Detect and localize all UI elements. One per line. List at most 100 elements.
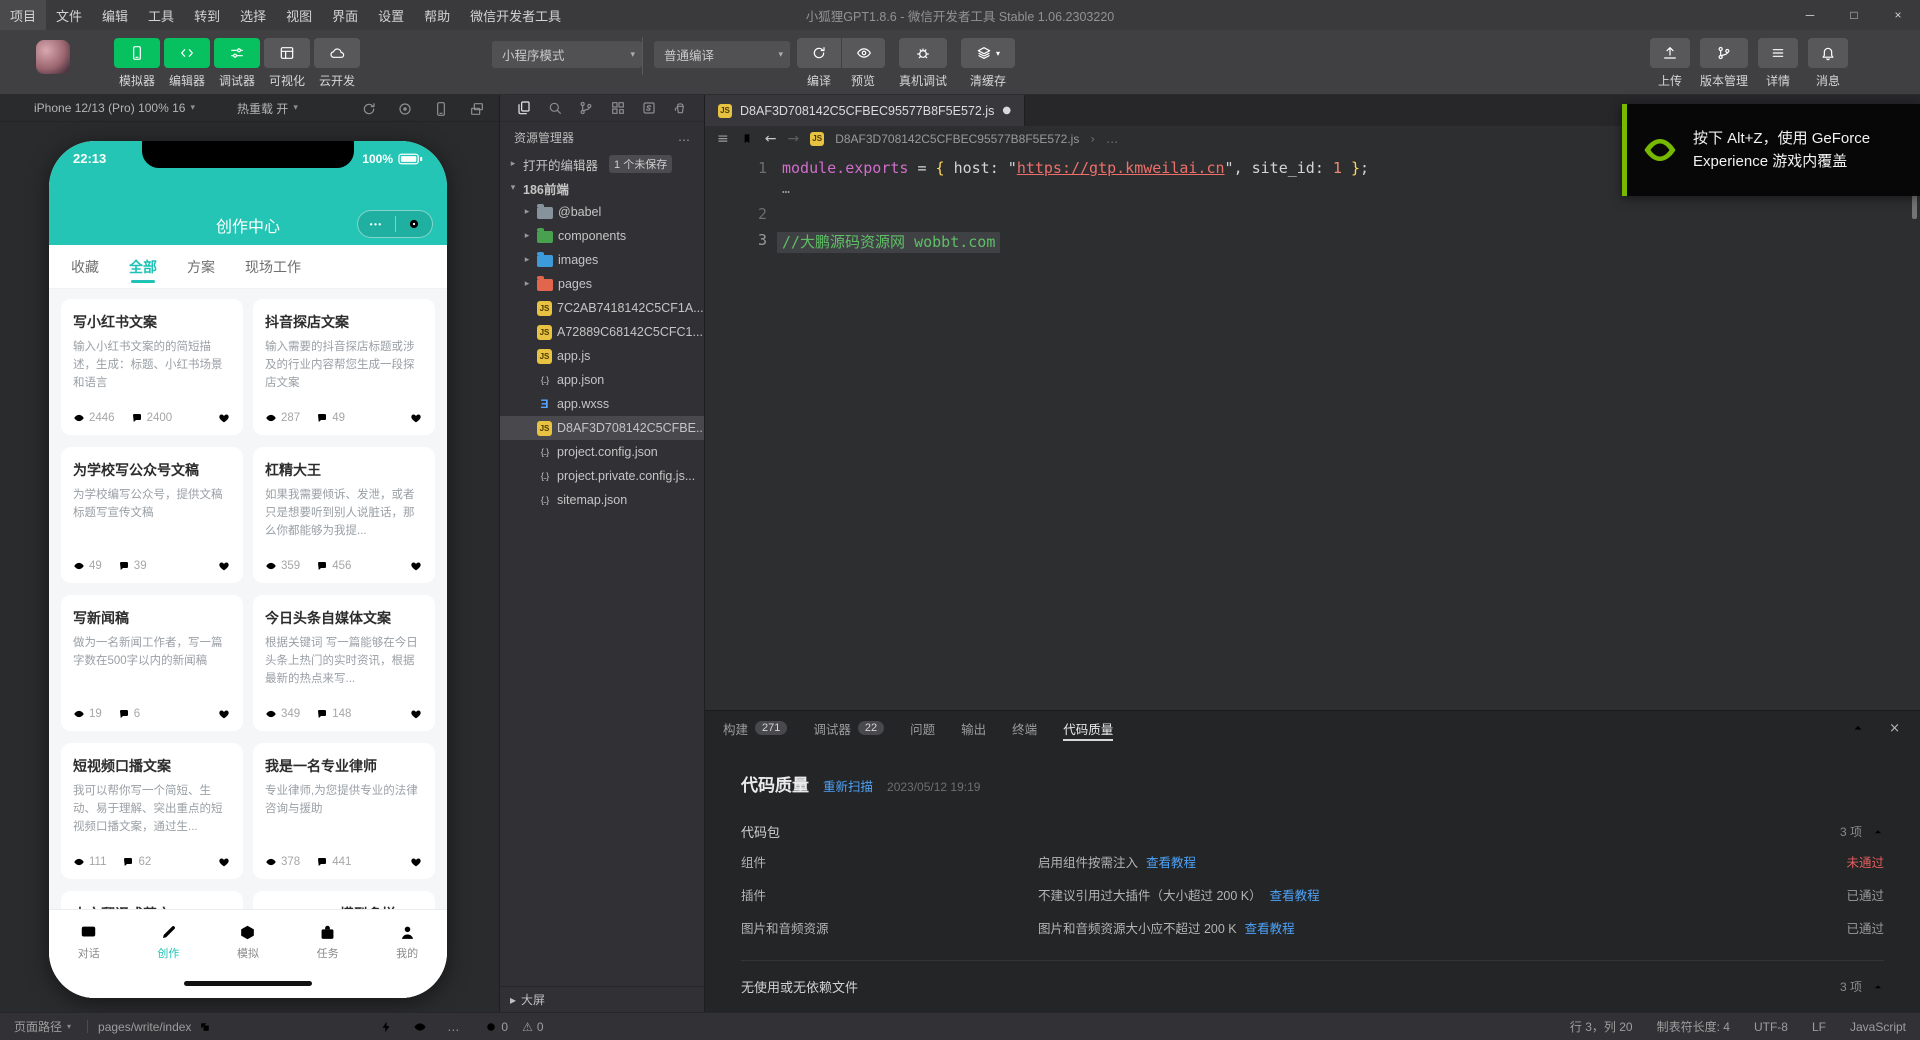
tab-plans[interactable]: 方案 bbox=[187, 245, 215, 288]
preview-button[interactable]: 预览 bbox=[841, 38, 885, 89]
search-icon[interactable] bbox=[547, 100, 563, 116]
tab-favorites[interactable]: 收藏 bbox=[71, 245, 99, 288]
heart-icon[interactable] bbox=[217, 855, 231, 869]
hot-reload-toggle[interactable]: 热重载 开 ▾ bbox=[237, 100, 298, 117]
prompt-card[interactable]: 杠精大王 如果我需要倾诉、发泄，或者只是想要听到别人说脏话，那么你都能够为我提.… bbox=[253, 447, 435, 583]
upload-button[interactable]: 上传 bbox=[1650, 38, 1690, 89]
tutorial-link[interactable]: 查看教程 bbox=[1270, 885, 1320, 904]
prompt-card[interactable]: 为学校写公众号文稿 为学校编写公众号，提供文稿标题写宣传文稿 4939 bbox=[61, 447, 243, 583]
tab-all[interactable]: 全部 bbox=[129, 245, 157, 288]
menu-tools[interactable]: 工具 bbox=[138, 0, 184, 30]
tree-folder[interactable]: ▸ @babel bbox=[500, 200, 704, 224]
device-frame-icon[interactable] bbox=[433, 101, 449, 117]
teapot-icon[interactable] bbox=[672, 100, 688, 116]
rescan-link[interactable]: 重新扫描 bbox=[823, 776, 873, 795]
heart-icon[interactable] bbox=[409, 707, 423, 721]
tabbar-chat[interactable]: 对话 bbox=[49, 910, 129, 973]
prompt-card[interactable]: 短视频口播文案 我可以帮你写一个简短、生动、易于理解、突出重点的短视频口播文案，… bbox=[61, 743, 243, 879]
tree-folder[interactable]: ▸ pages bbox=[500, 272, 704, 296]
explorer-bottom-section[interactable]: ▸ 大屏 bbox=[500, 986, 704, 1012]
chevron-up-icon[interactable] bbox=[1872, 981, 1884, 993]
tutorial-link[interactable]: 查看教程 bbox=[1245, 918, 1295, 937]
files-icon[interactable] bbox=[516, 100, 532, 116]
simulator-toggle-button[interactable]: 模拟器 bbox=[114, 38, 160, 89]
menu-select[interactable]: 选择 bbox=[230, 0, 276, 30]
menu-project[interactable]: 项目 bbox=[0, 0, 46, 30]
device-debug-button[interactable]: 真机调试 bbox=[899, 38, 947, 89]
copy-icon[interactable] bbox=[199, 1021, 211, 1033]
tab-terminal[interactable]: 终端 bbox=[1012, 711, 1037, 745]
tree-folder[interactable]: ▸ images bbox=[500, 248, 704, 272]
close-icon[interactable]: × bbox=[1876, 0, 1920, 30]
tree-file[interactable]: JS 7C2AB7418142C5CF1A... bbox=[500, 296, 704, 320]
compile-button[interactable]: 编译 bbox=[797, 38, 841, 89]
tree-folder[interactable]: ▸ components bbox=[500, 224, 704, 248]
flash-icon[interactable] bbox=[379, 1020, 393, 1034]
refresh-icon[interactable] bbox=[361, 101, 377, 117]
message-button[interactable]: 消息 bbox=[1808, 38, 1848, 89]
tabbar-create[interactable]: 创作 bbox=[129, 910, 209, 973]
prompt-card[interactable]: 写小红书文案 输入小红书文案的的简短描述，生成：标题、小红书场景和语言 2446… bbox=[61, 299, 243, 435]
tree-file[interactable]: {..} project.config.json bbox=[500, 440, 704, 464]
exit-button[interactable] bbox=[396, 217, 433, 231]
tab-code-quality[interactable]: 代码质量 bbox=[1063, 711, 1113, 745]
menu-devtools[interactable]: 微信开发者工具 bbox=[460, 0, 571, 30]
page-path-label[interactable]: 页面路径 bbox=[14, 1018, 62, 1035]
tab-problems[interactable]: 问题 bbox=[910, 711, 935, 745]
cloud-dev-button[interactable]: 云开发 bbox=[314, 38, 360, 89]
tree-file[interactable]: {..} project.private.config.js... bbox=[500, 464, 704, 488]
breadcrumb-file[interactable]: D8AF3D708142C5CFBEC95577B8F5E572.js bbox=[835, 132, 1079, 146]
minimize-icon[interactable]: ─ bbox=[1788, 0, 1832, 30]
unsaved-dot-icon[interactable]: ● bbox=[1002, 105, 1011, 116]
menu-settings[interactable]: 设置 bbox=[368, 0, 414, 30]
eol[interactable]: LF bbox=[1812, 1020, 1826, 1034]
menu-interface[interactable]: 界面 bbox=[322, 0, 368, 30]
bookmark-icon[interactable] bbox=[740, 132, 754, 146]
git-branch-icon[interactable] bbox=[578, 100, 594, 116]
cursor-position[interactable]: 行 3，列 20 bbox=[1570, 1018, 1633, 1035]
clear-cache-button[interactable]: ▾ 清缓存 bbox=[961, 38, 1015, 89]
heart-icon[interactable] bbox=[409, 855, 423, 869]
menu-file[interactable]: 文件 bbox=[46, 0, 92, 30]
tabbar-tasks[interactable]: 任务 bbox=[288, 910, 368, 973]
prompt-card[interactable]: 抖音探店文案 输入需要的抖音探店标题或涉及的行业内容帮您生成一段探店文案 287… bbox=[253, 299, 435, 435]
menu-help[interactable]: 帮助 bbox=[414, 0, 460, 30]
device-select[interactable]: iPhone 12/13 (Pro) 100% 16 bbox=[34, 101, 185, 115]
package-icon[interactable] bbox=[641, 100, 657, 116]
tutorial-link[interactable]: 查看教程 bbox=[1146, 852, 1196, 871]
version-control-button[interactable]: 版本管理 bbox=[1700, 38, 1748, 89]
chevron-up-icon[interactable] bbox=[1872, 826, 1884, 838]
heart-icon[interactable] bbox=[217, 559, 231, 573]
heart-icon[interactable] bbox=[409, 559, 423, 573]
fold-indicator[interactable]: … bbox=[782, 182, 791, 197]
debugger-toggle-button[interactable]: 调试器 bbox=[214, 38, 260, 89]
tree-file[interactable]: JS app.js bbox=[500, 344, 704, 368]
breadcrumb-more[interactable]: … bbox=[1106, 132, 1118, 146]
heart-icon[interactable] bbox=[217, 411, 231, 425]
tree-section-root[interactable]: ▾ 186前端 bbox=[500, 176, 704, 200]
language-mode[interactable]: JavaScript bbox=[1850, 1020, 1906, 1034]
extensions-icon[interactable] bbox=[610, 100, 626, 116]
prompt-card[interactable]: 写新闻稿 做为一名新闻工作者，写一篇字数在500字以内的新闻稿 196 bbox=[61, 595, 243, 731]
collapse-panel-icon[interactable] bbox=[1851, 721, 1865, 735]
tree-file[interactable]: JS A72889C68142C5CFC1... bbox=[500, 320, 704, 344]
detail-button[interactable]: 详情 bbox=[1758, 38, 1798, 89]
tabbar-simulate[interactable]: 模拟 bbox=[208, 910, 288, 973]
more-menu-button[interactable]: ••• bbox=[358, 220, 395, 229]
heart-icon[interactable] bbox=[217, 707, 231, 721]
more-icon[interactable]: … bbox=[447, 1020, 459, 1034]
user-avatar[interactable] bbox=[36, 40, 70, 74]
tab-fieldwork[interactable]: 现场工作 bbox=[245, 245, 301, 288]
section-code-package[interactable]: 代码包 3 项 bbox=[741, 822, 1884, 841]
visualize-toggle-button[interactable]: 可视化 bbox=[264, 38, 310, 89]
eye-icon[interactable] bbox=[413, 1020, 427, 1034]
tabbar-me[interactable]: 我的 bbox=[367, 910, 447, 973]
menu-goto[interactable]: 转到 bbox=[184, 0, 230, 30]
mode-select[interactable]: 小程序模式 ▾ bbox=[492, 41, 642, 68]
prompt-card[interactable]: 我是一名专业律师 专业律师,为您提供专业的法律咨询与援助 378441 bbox=[253, 743, 435, 879]
tree-file[interactable]: {..} sitemap.json bbox=[500, 488, 704, 512]
tree-section-open-editors[interactable]: ▸ 打开的编辑器 1 个未保存 bbox=[500, 152, 704, 176]
menu-view[interactable]: 视图 bbox=[276, 0, 322, 30]
tab-output[interactable]: 输出 bbox=[961, 711, 986, 745]
problem-counts[interactable]: 0 ⚠ 0 bbox=[485, 1020, 543, 1034]
